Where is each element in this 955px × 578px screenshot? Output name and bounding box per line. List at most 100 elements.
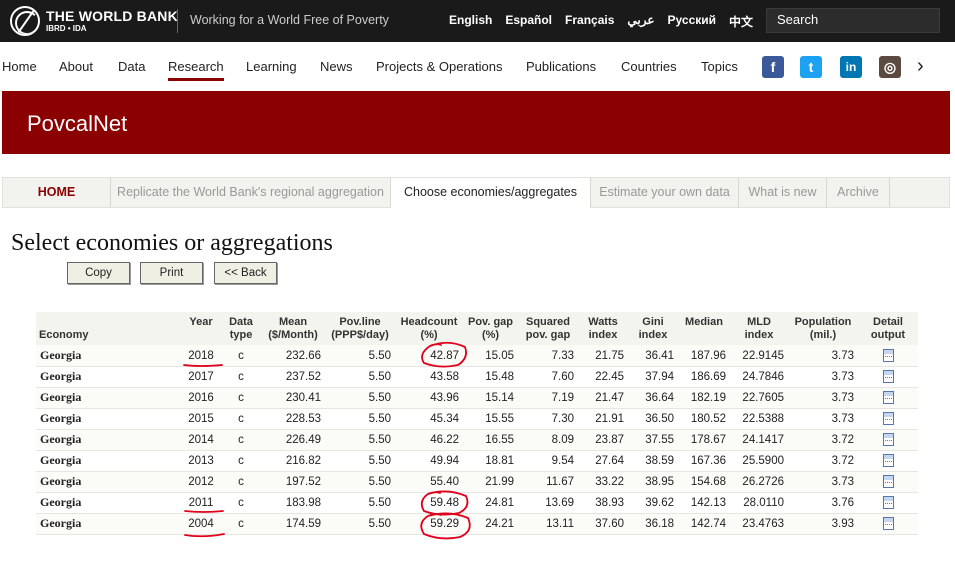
table-row: Georgia 2016 c 230.41 5.50 43.96 15.14 7.19 21.4… [36, 387, 918, 409]
instagram-icon[interactable]: ◎ [879, 56, 901, 78]
lang-russian[interactable]: Русский [668, 13, 717, 30]
tab-choose-economies[interactable]: Choose economies/aggregates [391, 178, 591, 208]
nav-learning[interactable]: Learning [246, 59, 297, 74]
world-bank-logo[interactable]: THE WORLD BANK IBRD • IDA [10, 6, 178, 36]
cell-gini: 37.94 [628, 366, 678, 388]
cell-detail-output[interactable] [858, 429, 918, 451]
cell-economy: Georgia [36, 408, 181, 430]
nav-data[interactable]: Data [118, 59, 145, 74]
cell-gini: 36.18 [628, 513, 678, 535]
nav-home[interactable]: Home [2, 59, 37, 74]
calculator-icon[interactable] [882, 496, 894, 510]
search-input[interactable]: Search [766, 8, 940, 33]
results-table: Economy Year Data type Mean ($/Month) Pov.… [36, 312, 918, 535]
cell-povgap: 15.14 [463, 387, 518, 409]
cell-mld: 23.4763 [730, 513, 788, 535]
tab-replicate-aggregation[interactable]: Replicate the World Bank's regional aggr… [111, 178, 391, 207]
tab-archive[interactable]: Archive [827, 178, 890, 207]
nav-research[interactable]: Research [168, 59, 224, 81]
cell-mld: 28.0110 [730, 492, 788, 514]
nav-news[interactable]: News [320, 59, 353, 74]
cell-year: 2014 [181, 429, 221, 451]
nav-about[interactable]: About [59, 59, 93, 74]
cell-watts: 33.22 [578, 471, 628, 493]
col-headcount: Headcount (%) [395, 312, 463, 346]
cell-mean: 226.49 [261, 429, 325, 451]
cell-sq-povgap: 7.33 [518, 345, 578, 367]
cell-povgap: 16.55 [463, 429, 518, 451]
cell-sq-povgap: 11.67 [518, 471, 578, 493]
cell-watts: 21.75 [578, 345, 628, 367]
calculator-icon[interactable] [882, 370, 894, 384]
cell-economy: Georgia [36, 492, 181, 514]
tab-home[interactable]: HOME [3, 178, 111, 207]
col-gini: Gini index [628, 312, 678, 346]
cell-headcount: 43.96 [395, 387, 463, 409]
twitter-icon[interactable]: t [800, 56, 822, 78]
lang-arabic[interactable]: عربي [627, 13, 654, 30]
back-button[interactable]: << Back [214, 262, 277, 284]
col-povline: Pov.line (PPP$/day) [325, 312, 395, 346]
lang-english[interactable]: English [449, 13, 492, 30]
nav-publications[interactable]: Publications [526, 59, 596, 74]
cell-detail-output[interactable] [858, 408, 918, 430]
calculator-icon[interactable] [882, 391, 894, 405]
linkedin-icon[interactable]: in [840, 56, 862, 78]
col-watts: Watts index [578, 312, 628, 346]
nav-countries[interactable]: Countries [621, 59, 677, 74]
calculator-icon[interactable] [882, 349, 894, 363]
cell-data-type: c [221, 471, 261, 493]
nav-projects-operations[interactable]: Projects & Operations [376, 59, 502, 74]
cell-data-type: c [221, 492, 261, 514]
cell-detail-output[interactable] [858, 471, 918, 493]
cell-median: 142.13 [678, 492, 730, 514]
nav-topics[interactable]: Topics [701, 59, 738, 74]
cell-economy: Georgia [36, 429, 181, 451]
cell-headcount: 43.58 [395, 366, 463, 388]
lang-espanol[interactable]: Español [505, 13, 552, 30]
cell-mld: 25.5900 [730, 450, 788, 472]
calculator-icon[interactable] [882, 454, 894, 468]
cell-headcount: 55.40 [395, 471, 463, 493]
tab-estimate-own-data[interactable]: Estimate your own data [591, 178, 739, 207]
print-button[interactable]: Print [140, 262, 203, 284]
cell-mean: 237.52 [261, 366, 325, 388]
cell-median: 142.74 [678, 513, 730, 535]
cell-year: 2012 [181, 471, 221, 493]
cell-detail-output[interactable] [858, 345, 918, 367]
cell-watts: 23.87 [578, 429, 628, 451]
cell-headcount: 45.34 [395, 408, 463, 430]
cell-watts: 21.47 [578, 387, 628, 409]
cell-median: 180.52 [678, 408, 730, 430]
tab-what-is-new[interactable]: What is new [739, 178, 827, 207]
cell-mean: 183.98 [261, 492, 325, 514]
cell-mean: 232.66 [261, 345, 325, 367]
cell-povgap: 15.05 [463, 345, 518, 367]
cell-data-type: c [221, 513, 261, 535]
lang-francais[interactable]: Français [565, 13, 614, 30]
calculator-icon[interactable] [882, 517, 894, 531]
cell-data-type: c [221, 366, 261, 388]
cell-data-type: c [221, 387, 261, 409]
lang-chinese[interactable]: 中文 [729, 13, 753, 30]
cell-headcount: 59.48 [395, 492, 463, 514]
cell-mld: 26.2726 [730, 471, 788, 493]
cell-median: 187.96 [678, 345, 730, 367]
cell-detail-output[interactable] [858, 513, 918, 535]
cell-year: 2011 [181, 492, 221, 514]
cell-detail-output[interactable] [858, 387, 918, 409]
calculator-icon[interactable] [882, 433, 894, 447]
cell-median: 186.69 [678, 366, 730, 388]
table-row: Georgia 2013 c 216.82 5.50 49.94 18.81 9.54 27.6… [36, 450, 918, 472]
calculator-icon[interactable] [882, 475, 894, 489]
cell-year: 2015 [181, 408, 221, 430]
calculator-icon[interactable] [882, 412, 894, 426]
copy-button[interactable]: Copy [67, 262, 130, 284]
cell-detail-output[interactable] [858, 492, 918, 514]
cell-povline: 5.50 [325, 513, 395, 535]
facebook-icon[interactable]: f [762, 56, 784, 78]
cell-detail-output[interactable] [858, 450, 918, 472]
chevron-right-icon[interactable]: › [917, 55, 924, 78]
cell-povline: 5.50 [325, 450, 395, 472]
cell-detail-output[interactable] [858, 366, 918, 388]
